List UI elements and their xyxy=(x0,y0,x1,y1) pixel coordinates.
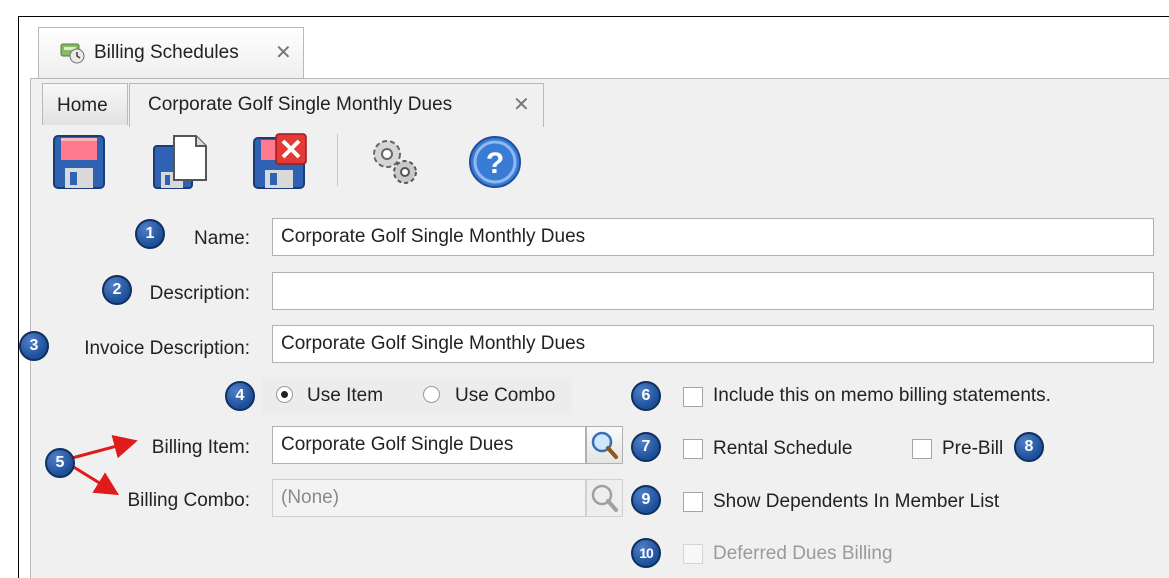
rental-schedule-label[interactable]: Rental Schedule xyxy=(713,438,852,460)
tab-active-label: Corporate Golf Single Monthly Dues xyxy=(148,94,453,115)
use-combo-label[interactable]: Use Combo xyxy=(455,385,555,407)
tab-corporate-golf-dues[interactable]: Corporate Golf Single Monthly Dues ✕ xyxy=(129,83,544,127)
magnifier-icon xyxy=(591,484,618,512)
close-icon[interactable]: ✕ xyxy=(275,40,292,65)
invoice-description-field[interactable]: Corporate Golf Single Monthly Dues xyxy=(272,325,1154,363)
callout-badge-3: 3 xyxy=(19,331,49,361)
magnifier-icon xyxy=(591,431,618,459)
delete-icon[interactable] xyxy=(250,132,310,192)
billing-item-field[interactable]: Corporate Golf Single Dues xyxy=(272,426,586,464)
tab-home-label: Home xyxy=(57,95,108,116)
callout-badge-2: 2 xyxy=(102,275,132,305)
rental-schedule-checkbox[interactable] xyxy=(683,439,703,459)
callout-badge-1: 1 xyxy=(135,219,165,249)
callout-badge-8: 8 xyxy=(1014,432,1044,462)
help-glyph: ? xyxy=(486,147,504,180)
billing-combo-lookup-button[interactable] xyxy=(586,479,623,517)
callout-badge-5: 5 xyxy=(45,448,75,478)
callout-badge-6: 6 xyxy=(631,381,661,411)
show-dependents-label[interactable]: Show Dependents In Member List xyxy=(713,491,999,513)
invoice-description-label: Invoice Description: xyxy=(84,338,250,359)
billing-schedule-icon xyxy=(60,43,85,64)
tab-home[interactable]: Home xyxy=(42,83,128,125)
show-dependents-checkbox[interactable] xyxy=(683,492,703,512)
settings-icon[interactable] xyxy=(365,132,425,192)
use-item-radio[interactable] xyxy=(276,386,293,403)
pre-bill-label[interactable]: Pre-Bill xyxy=(942,438,1003,460)
name-field[interactable]: Corporate Golf Single Monthly Dues xyxy=(272,218,1154,256)
callout-badge-4: 4 xyxy=(225,381,255,411)
close-icon[interactable]: ✕ xyxy=(513,92,530,117)
deferred-dues-label[interactable]: Deferred Dues Billing xyxy=(713,543,893,565)
pre-bill-checkbox[interactable] xyxy=(912,439,932,459)
save-new-icon[interactable] xyxy=(150,132,210,192)
billing-combo-field[interactable]: (None) xyxy=(272,479,586,517)
use-item-label[interactable]: Use Item xyxy=(307,385,383,407)
callout-badge-7: 7 xyxy=(631,432,661,462)
window-tab-title: Billing Schedules xyxy=(94,42,239,63)
callout-badge-9: 9 xyxy=(631,485,661,515)
help-icon[interactable]: ? xyxy=(465,132,525,192)
toolbar-separator xyxy=(337,134,338,186)
description-field[interactable] xyxy=(272,272,1154,310)
deferred-dues-checkbox[interactable] xyxy=(683,544,703,564)
description-label: Description: xyxy=(149,283,250,304)
callout-badge-10: 10 xyxy=(631,538,661,568)
billing-schedules-window-tab[interactable]: Billing Schedules ✕ xyxy=(38,27,304,79)
name-label: Name: xyxy=(194,228,250,249)
include-memo-checkbox[interactable] xyxy=(683,387,703,407)
include-memo-label[interactable]: Include this on memo billing statements. xyxy=(713,385,1051,407)
save-icon[interactable] xyxy=(50,132,110,192)
use-combo-radio[interactable] xyxy=(423,386,440,403)
billing-item-lookup-button[interactable] xyxy=(586,426,623,464)
